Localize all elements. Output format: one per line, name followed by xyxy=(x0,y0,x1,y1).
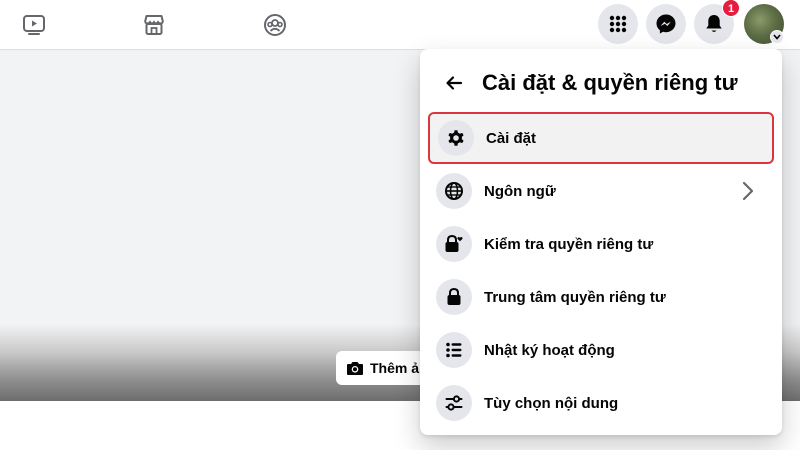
menu-item-settings[interactable]: Cài đặt xyxy=(428,112,774,164)
lock-icon xyxy=(436,279,472,315)
notification-count-badge: 1 xyxy=(722,0,740,17)
list-icon xyxy=(436,332,472,368)
menu-item-privacy-center[interactable]: Trung tâm quyền riêng tư xyxy=(428,271,774,323)
menu-item-label: Tùy chọn nội dung xyxy=(484,394,619,412)
menu-item-label: Cài đặt xyxy=(486,129,537,147)
menu-item-content-preferences[interactable]: Tùy chọn nội dung xyxy=(428,377,774,429)
top-navigation-bar: 1 xyxy=(0,0,800,50)
notification-bell-button[interactable]: 1 xyxy=(694,0,740,44)
marketplace-store-icon[interactable] xyxy=(139,10,169,40)
chevron-down-icon[interactable] xyxy=(770,30,784,44)
globe-icon xyxy=(436,173,472,209)
menu-item-label: Trung tâm quyền riêng tư xyxy=(484,288,666,306)
chevron-right-icon xyxy=(738,181,758,201)
gear-icon xyxy=(438,120,474,156)
groups-icon[interactable] xyxy=(260,10,290,40)
back-arrow-icon[interactable] xyxy=(436,65,472,101)
video-play-icon[interactable] xyxy=(19,10,49,40)
menu-item-label: Nhật ký hoạt động xyxy=(484,341,615,359)
add-cover-photo-label: Thêm ả xyxy=(370,360,420,376)
menu-item-privacy-checkup[interactable]: Kiểm tra quyền riêng tư xyxy=(428,218,774,270)
sliders-icon xyxy=(436,385,472,421)
lock-heart-icon xyxy=(436,226,472,262)
panel-header: Cài đặt & quyền riêng tư xyxy=(420,61,782,105)
menu-item-language[interactable]: Ngôn ngữ xyxy=(428,165,774,217)
settings-privacy-panel: Cài đặt & quyền riêng tư Cài đặt Ngôn ng… xyxy=(420,49,782,435)
panel-title: Cài đặt & quyền riêng tư xyxy=(482,70,738,95)
camera-icon xyxy=(347,362,363,375)
menu-item-label: Ngôn ngữ xyxy=(484,182,556,200)
messenger-icon[interactable] xyxy=(646,4,686,44)
menu-grid-icon[interactable] xyxy=(598,4,638,44)
menu-item-label: Kiểm tra quyền riêng tư xyxy=(484,235,654,253)
notification-bell-icon xyxy=(706,15,722,32)
menu-item-activity-log[interactable]: Nhật ký hoạt động xyxy=(428,324,774,376)
